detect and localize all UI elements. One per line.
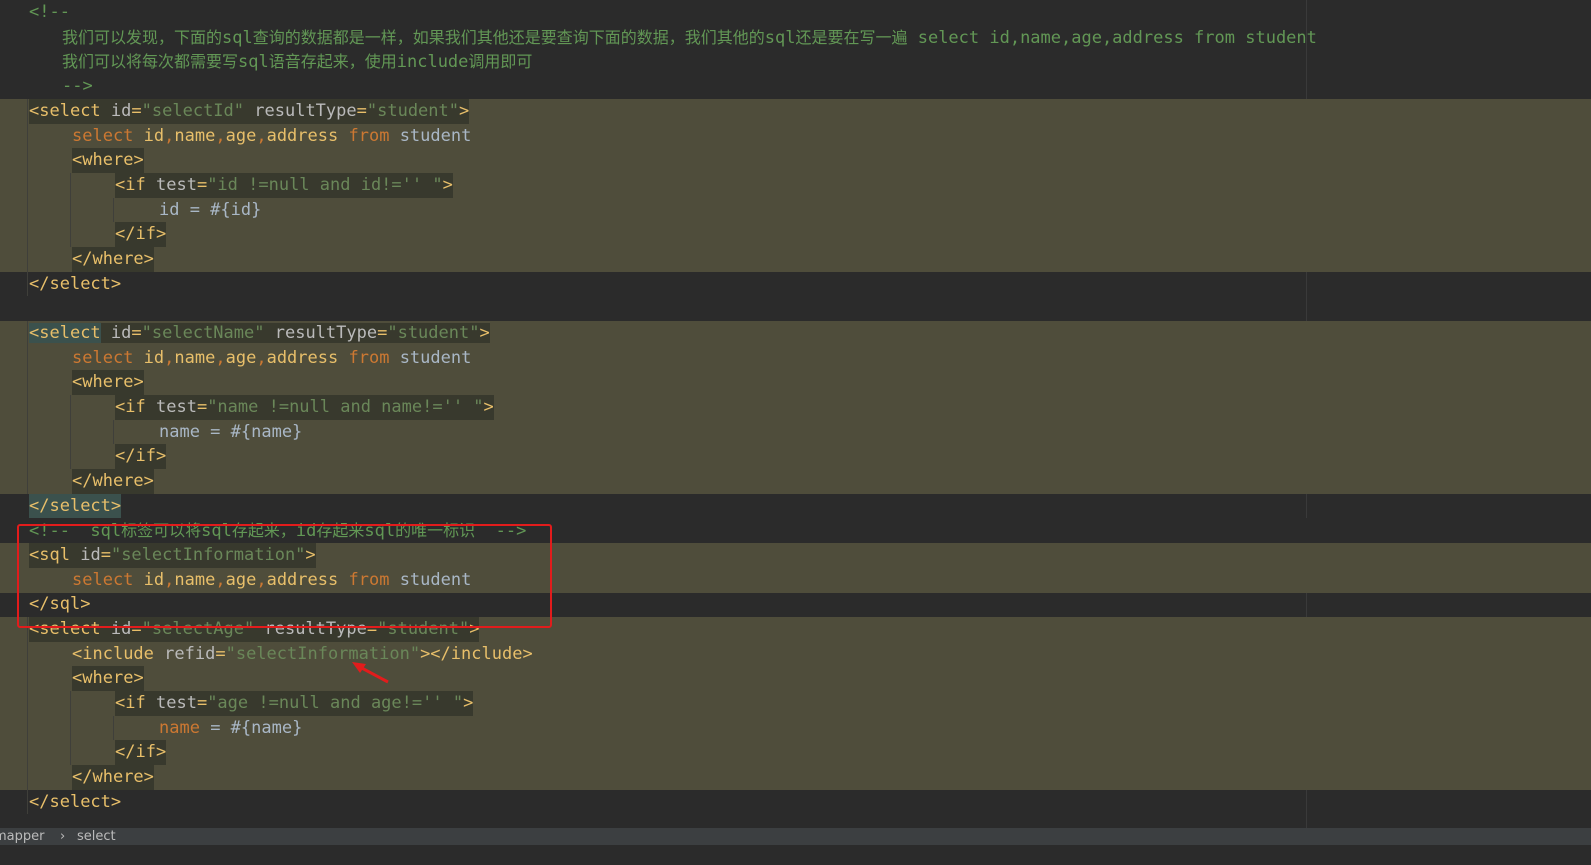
indent-guide [70, 395, 71, 469]
indent-guide [70, 173, 71, 247]
code-line: name = #{name} [0, 420, 1591, 445]
select-close-tag: </select> [29, 494, 122, 519]
code-line: </where> [0, 247, 1591, 272]
if-open-tag: <if test="name !=null and name!='' "> [115, 395, 494, 420]
select-open-tag: <select id="selectName" resultType="stud… [29, 323, 490, 343]
code-line: <select id="selectId" resultType="studen… [0, 99, 1591, 124]
code-line: </where> [0, 469, 1591, 494]
code-line: <if test="name !=null and name!='' "> [0, 395, 1591, 420]
select-close-tag: </select> [29, 792, 122, 812]
indent-guide [70, 691, 71, 765]
code-line: </if> [0, 222, 1591, 247]
code-line: <where> [0, 370, 1591, 395]
if-condition: name = #{name} [159, 422, 303, 442]
code-line: name = #{name} [0, 716, 1591, 741]
indent-guide [113, 420, 114, 444]
breadcrumb-item-select[interactable]: select [77, 828, 116, 845]
breadcrumb-item-mapper[interactable]: mapper [0, 828, 44, 845]
code-line: </select> [0, 790, 1591, 815]
indent-guide [27, 617, 28, 814]
if-close-tag: </if> [115, 222, 167, 247]
code-line: </if> [0, 444, 1591, 469]
code-line: <include refid="selectInformation"></inc… [0, 642, 1591, 667]
if-condition: id = #{id} [159, 200, 262, 220]
indent-guide [27, 99, 28, 296]
indent-guide [113, 198, 114, 222]
comment-text: 我们可以将每次都需要写sql语音存起来，使用include调用即可 [62, 52, 533, 72]
code-line: id = #{id} [0, 198, 1591, 223]
comment-open: <!-- [29, 2, 70, 22]
if-close-tag: </if> [115, 444, 167, 469]
select-close-tag: </select> [29, 274, 122, 294]
code-line: select id,name,age,address from student [0, 346, 1591, 371]
code-line: 我们可以将每次都需要写sql语音存起来，使用include调用即可 [0, 49, 1591, 74]
if-open-tag: <if test="id !=null and id!='' "> [115, 173, 453, 198]
code-line: <where> [0, 666, 1591, 691]
comment-close: --> [62, 76, 93, 96]
select-open-tag: <select id="selectId" resultType="studen… [29, 99, 470, 124]
code-line: 我们可以发现，下面的sql查询的数据都是一样，如果我们其他还是要查询下面的数据，… [0, 25, 1591, 50]
breadcrumb-separator: › [60, 829, 66, 844]
code-editor[interactable]: <!-- 我们可以发现，下面的sql查询的数据都是一样，如果我们其他还是要查询下… [0, 0, 1591, 828]
where-open-tag: <where> [72, 370, 144, 395]
if-close-tag: </if> [115, 740, 167, 765]
code-line: <select id="selectName" resultType="stud… [0, 321, 1591, 346]
where-close-tag: </where> [72, 765, 154, 790]
code-line: </where> [0, 765, 1591, 790]
indent-guide [27, 321, 28, 494]
red-arrow-annotation-icon [352, 662, 389, 684]
where-close-tag: </where> [72, 247, 154, 272]
where-open-tag: <where> [72, 148, 144, 173]
sql-statement: select id,name,age,address from student [72, 348, 472, 368]
code-line: <!-- [0, 0, 1591, 25]
code-line: select id,name,age,address from student [0, 124, 1591, 149]
code-line: </select> [0, 494, 1591, 519]
where-open-tag: <where> [72, 666, 144, 691]
where-close-tag: </where> [72, 469, 154, 494]
code-line: <where> [0, 148, 1591, 173]
indent-guide [113, 716, 114, 740]
code-line: <if test="age !=null and age!='' "> [0, 691, 1591, 716]
if-open-tag: <if test="age !=null and age!='' "> [115, 691, 474, 716]
include-tag: <include refid="selectInformation"></inc… [72, 644, 533, 664]
annotation-box [17, 524, 552, 628]
code-line: </if> [0, 740, 1591, 765]
breadcrumb: mapper › select [0, 828, 1591, 845]
comment-text: 我们可以发现，下面的sql查询的数据都是一样，如果我们其他还是要查询下面的数据，… [62, 28, 1317, 48]
sql-statement: select id,name,age,address from student [72, 126, 472, 146]
code-line: --> [0, 74, 1591, 99]
code-line: <if test="id !=null and id!='' "> [0, 173, 1591, 198]
code-line: </select> [0, 272, 1591, 297]
if-condition: name = #{name} [159, 718, 303, 738]
